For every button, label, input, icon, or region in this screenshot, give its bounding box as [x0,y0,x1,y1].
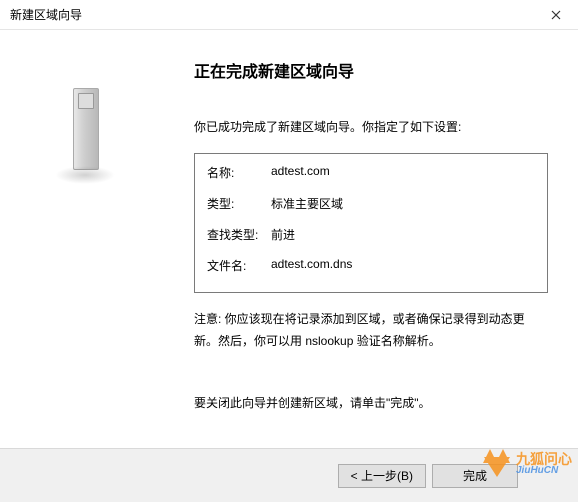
close-button[interactable] [533,0,578,30]
window-title: 新建区域向导 [10,6,82,23]
summary-value: adtest.com [271,164,535,181]
summary-label: 文件名: [207,257,271,274]
summary-label: 名称: [207,164,271,181]
wizard-sidebar [0,30,170,448]
summary-row-lookup: 查找类型: 前进 [207,226,535,243]
page-heading: 正在完成新建区域向导 [194,58,548,82]
summary-value: adtest.com.dns [271,257,535,274]
back-button[interactable]: < 上一步(B) [338,464,426,488]
settings-summary-box[interactable]: 名称: adtest.com 类型: 标准主要区域 查找类型: 前进 文件名: … [194,153,548,293]
wizard-body: 正在完成新建区域向导 你已成功完成了新建区域向导。你指定了如下设置: 名称: a… [0,30,578,448]
note-text: 注意: 你应该现在将记录添加到区域，或者确保记录得到动态更新。然后，你可以用 n… [194,309,548,352]
summary-row-type: 类型: 标准主要区域 [207,195,535,212]
summary-value: 标准主要区域 [271,195,535,212]
summary-row-file: 文件名: adtest.com.dns [207,257,535,274]
server-icon [55,80,115,190]
close-icon [551,10,561,20]
summary-row-name: 名称: adtest.com [207,164,535,181]
finish-button[interactable]: 完成 [432,464,518,488]
wizard-footer: < 上一步(B) 完成 [0,448,578,502]
instruction-text: 要关闭此向导并创建新区域，请单击"完成"。 [194,394,548,413]
summary-value: 前进 [271,226,535,243]
summary-label: 类型: [207,195,271,212]
titlebar: 新建区域向导 [0,0,578,30]
wizard-content: 正在完成新建区域向导 你已成功完成了新建区域向导。你指定了如下设置: 名称: a… [170,30,578,448]
intro-text: 你已成功完成了新建区域向导。你指定了如下设置: [194,118,548,135]
summary-label: 查找类型: [207,226,271,243]
